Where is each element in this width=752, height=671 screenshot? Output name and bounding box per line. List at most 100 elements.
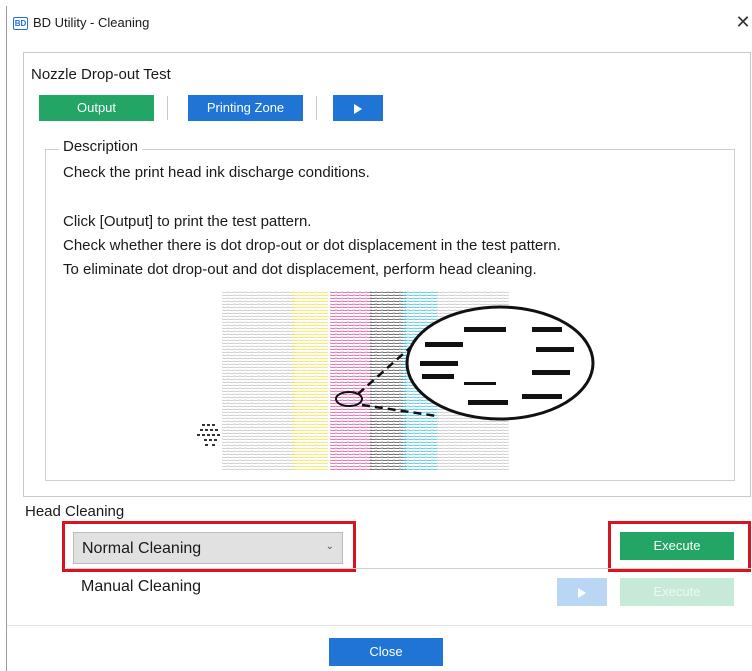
pattern-line [329, 459, 373, 461]
pattern-line [369, 339, 407, 341]
pattern-line [401, 405, 439, 407]
pattern-line [401, 465, 439, 467]
pattern-line [401, 300, 439, 302]
pattern-line [369, 462, 407, 464]
pattern-line [329, 315, 373, 317]
pattern-line [329, 423, 373, 425]
pattern-line [369, 468, 407, 470]
pattern-line [369, 426, 407, 428]
pattern-line [369, 372, 407, 374]
pattern-line [221, 426, 295, 428]
pattern-line [291, 396, 329, 398]
manual-cleaning-label: Manual Cleaning [81, 578, 202, 595]
pattern-line [221, 306, 295, 308]
close-icon[interactable]: ✕ [733, 11, 752, 33]
description-legend: Description [59, 138, 143, 155]
pattern-line [329, 387, 373, 389]
play-icon [354, 103, 362, 114]
pattern-line [221, 462, 295, 464]
pattern-line [221, 414, 295, 416]
pattern-line [329, 432, 373, 434]
printing-zone-button[interactable]: Printing Zone [188, 95, 303, 121]
pattern-line [401, 459, 439, 461]
pattern-line [221, 402, 295, 404]
play-button[interactable] [333, 95, 383, 121]
pattern-line [329, 384, 373, 386]
pattern-line [221, 348, 295, 350]
pattern-line [436, 456, 510, 458]
pattern-line [369, 312, 407, 314]
pattern-line [221, 399, 295, 401]
pattern-line [221, 309, 295, 311]
pattern-line [291, 327, 329, 329]
pattern-line [291, 336, 329, 338]
pattern-line [329, 417, 373, 419]
pattern-line [369, 363, 407, 365]
pattern-line [221, 384, 295, 386]
pattern-line [221, 432, 295, 434]
pattern-line [329, 468, 373, 470]
pattern-line [291, 432, 329, 434]
pattern-line [291, 450, 329, 452]
pattern-line [369, 297, 407, 299]
pattern-line [436, 294, 510, 296]
highlight-box-execute [608, 521, 751, 572]
pattern-line [291, 387, 329, 389]
description-line: To eliminate dot drop-out and dot displa… [63, 261, 537, 278]
pattern-line [291, 300, 329, 302]
play-icon [578, 587, 586, 598]
pattern-line [291, 366, 329, 368]
pattern-line [401, 312, 439, 314]
pattern-line [291, 444, 329, 446]
description-line: Check the print head ink discharge condi… [63, 164, 370, 181]
pattern-line [221, 444, 295, 446]
close-button[interactable]: Close [329, 638, 443, 666]
pattern-line [436, 291, 510, 293]
pattern-line [291, 348, 329, 350]
pattern-line [329, 336, 373, 338]
pattern-line [221, 372, 295, 374]
pattern-line [329, 306, 373, 308]
pattern-line [369, 321, 407, 323]
pattern-line [436, 444, 510, 446]
pattern-line [329, 429, 373, 431]
output-button[interactable]: Output [39, 95, 154, 121]
pattern-line [369, 465, 407, 467]
pattern-line [221, 339, 295, 341]
head-cleaning-title: Head Cleaning [25, 503, 125, 520]
pattern-line [369, 291, 407, 293]
pattern-line [221, 357, 295, 359]
pattern-line [369, 300, 407, 302]
pattern-line [221, 447, 295, 449]
pattern-line [436, 468, 510, 470]
pattern-line [436, 441, 510, 443]
pattern-line [369, 306, 407, 308]
pattern-line [369, 444, 407, 446]
pattern-line [291, 435, 329, 437]
pattern-line [329, 426, 373, 428]
magnifier [335, 305, 595, 421]
pattern-line [221, 336, 295, 338]
pattern-line [401, 462, 439, 464]
pattern-line [291, 405, 329, 407]
pattern-line [221, 441, 295, 443]
pattern-line [221, 390, 295, 392]
pattern-line [329, 450, 373, 452]
pattern-line [291, 462, 329, 464]
pattern-line [221, 312, 295, 314]
pattern-line [401, 426, 439, 428]
pattern-line [329, 369, 373, 371]
pattern-line [221, 351, 295, 353]
pattern-line [329, 402, 373, 404]
pattern-line [221, 468, 295, 470]
pattern-line [369, 294, 407, 296]
pattern-line [291, 291, 329, 293]
pattern-line [369, 309, 407, 311]
pattern-line [221, 381, 295, 383]
manual-play-button[interactable] [557, 578, 607, 606]
pattern-line [291, 333, 329, 335]
pattern-line [329, 360, 373, 362]
pattern-line [436, 465, 510, 467]
manual-execute-button[interactable]: Execute [620, 578, 734, 606]
pattern-line [221, 363, 295, 365]
